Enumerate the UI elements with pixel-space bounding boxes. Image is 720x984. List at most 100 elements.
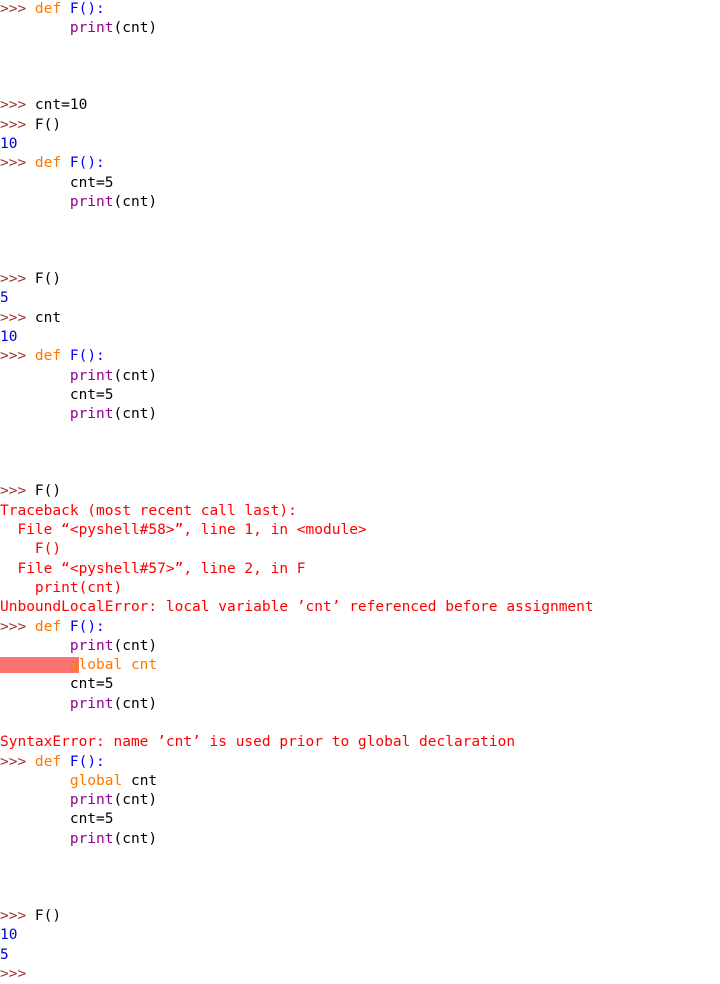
code-line[interactable]: print(cnt) [0,367,720,386]
function-name: F(): [69,348,105,365]
traceback-frame: File “<pyshell#58>”, line 1, in <module> [0,521,720,540]
syntax-error-text: SyntaxError: name ’cnt’ is used prior to… [0,734,516,751]
expression: cnt [34,309,62,326]
input-line-active[interactable]: >>> [0,965,720,984]
global-variable: cnt [130,772,158,789]
traceback-frame-source: print(cnt) [0,579,123,596]
call-expression: F() [34,907,62,924]
keyword-def: def [34,1,62,17]
python-shell-output[interactable]: >>> def F(): print(cnt) >>> cnt=10 >>> F… [0,0,720,982]
selection-highlight[interactable] [0,657,70,674]
input-line[interactable]: >>> F() [0,270,720,289]
traceback-frame-file: File “<pyshell#57>”, line 2, in F [0,560,306,577]
builtin-print: print [69,695,114,712]
prompt: >>> [0,155,35,172]
builtin-print: print [69,792,114,809]
code-line[interactable]: cnt=5 [0,386,720,405]
input-line[interactable]: >>> def F(): [0,753,720,772]
call-expression: F() [34,483,62,500]
code-line[interactable]: cnt=5 [0,810,720,829]
stdout-line: 5 [0,289,720,308]
input-line[interactable]: >>> cnt [0,309,720,328]
code-line[interactable]: print(cnt) [0,637,720,656]
prompt: >>> [0,753,35,770]
function-name: F(): [69,618,105,635]
input-line[interactable]: >>> def F(): [0,154,720,173]
builtin-print: print [69,20,114,37]
keyword-def: def [34,618,62,635]
prompt: >>> [0,271,35,288]
prompt: >>> [0,618,35,635]
stdout-line: 10 [0,135,720,154]
traceback-frame-file: File “<pyshell#58>”, line 1, in <module> [0,522,367,539]
code-line-selected[interactable]: global cnt [0,656,720,675]
stdout-line: 10 [0,328,720,347]
prompt: >>> [0,309,35,326]
input-line[interactable]: >>> cnt=10 [0,96,720,115]
assignment: cnt=10 [34,97,88,114]
traceback-frame-code: print(cnt) [0,579,720,598]
stdout-line: 5 [0,946,720,965]
code-line[interactable]: print(cnt) [0,830,720,849]
print-arg: (cnt) [113,367,158,384]
code-line[interactable]: cnt=5 [0,675,720,694]
output-value: 10 [0,136,18,153]
output-value: 5 [0,290,9,307]
code-line[interactable]: print(cnt) [0,791,720,810]
selected-keyword-char[interactable]: g [69,657,79,674]
prompt: >>> [0,116,35,133]
input-line[interactable]: >>> def F(): [0,618,720,637]
global-target [122,773,131,789]
print-arg: (cnt) [113,637,158,654]
print-arg: (cnt) [113,792,158,809]
input-line[interactable]: >>> F() [0,907,720,926]
input-line[interactable]: >>> def F(): [0,347,720,366]
code-line[interactable]: print(cnt) [0,19,720,38]
prompt: >>> [0,1,35,17]
traceback-frame: File “<pyshell#57>”, line 2, in F [0,560,720,579]
keyword-def: def [34,753,62,770]
input-line[interactable]: >>> def F(): [0,0,720,19]
prompt: >>> [0,907,35,924]
function-name: F(): [69,1,105,17]
exception-message: SyntaxError: name ’cnt’ is used prior to… [0,733,720,752]
function-name: F(): [69,155,105,172]
traceback-header-text: Traceback (most recent call last): [0,502,297,519]
builtin-print: print [69,406,114,423]
code-line[interactable]: print(cnt) [0,405,720,424]
builtin-print: print [69,637,114,654]
traceback-frame-code: F() [0,540,720,559]
output-value: 10 [0,927,18,944]
input-line[interactable]: >>> F() [0,482,720,501]
builtin-print: print [69,367,114,384]
input-line[interactable]: >>> F() [0,116,720,135]
code-line[interactable]: print(cnt) [0,193,720,212]
code-line[interactable]: print(cnt) [0,695,720,714]
keyword-def: def [34,348,62,365]
code-line[interactable]: cnt=5 [0,174,720,193]
prompt: >>> [0,97,35,114]
stdout-line: 10 [0,926,720,945]
code-line[interactable]: global cnt [0,772,720,791]
print-arg: (cnt) [113,193,158,210]
print-arg: (cnt) [113,406,158,423]
